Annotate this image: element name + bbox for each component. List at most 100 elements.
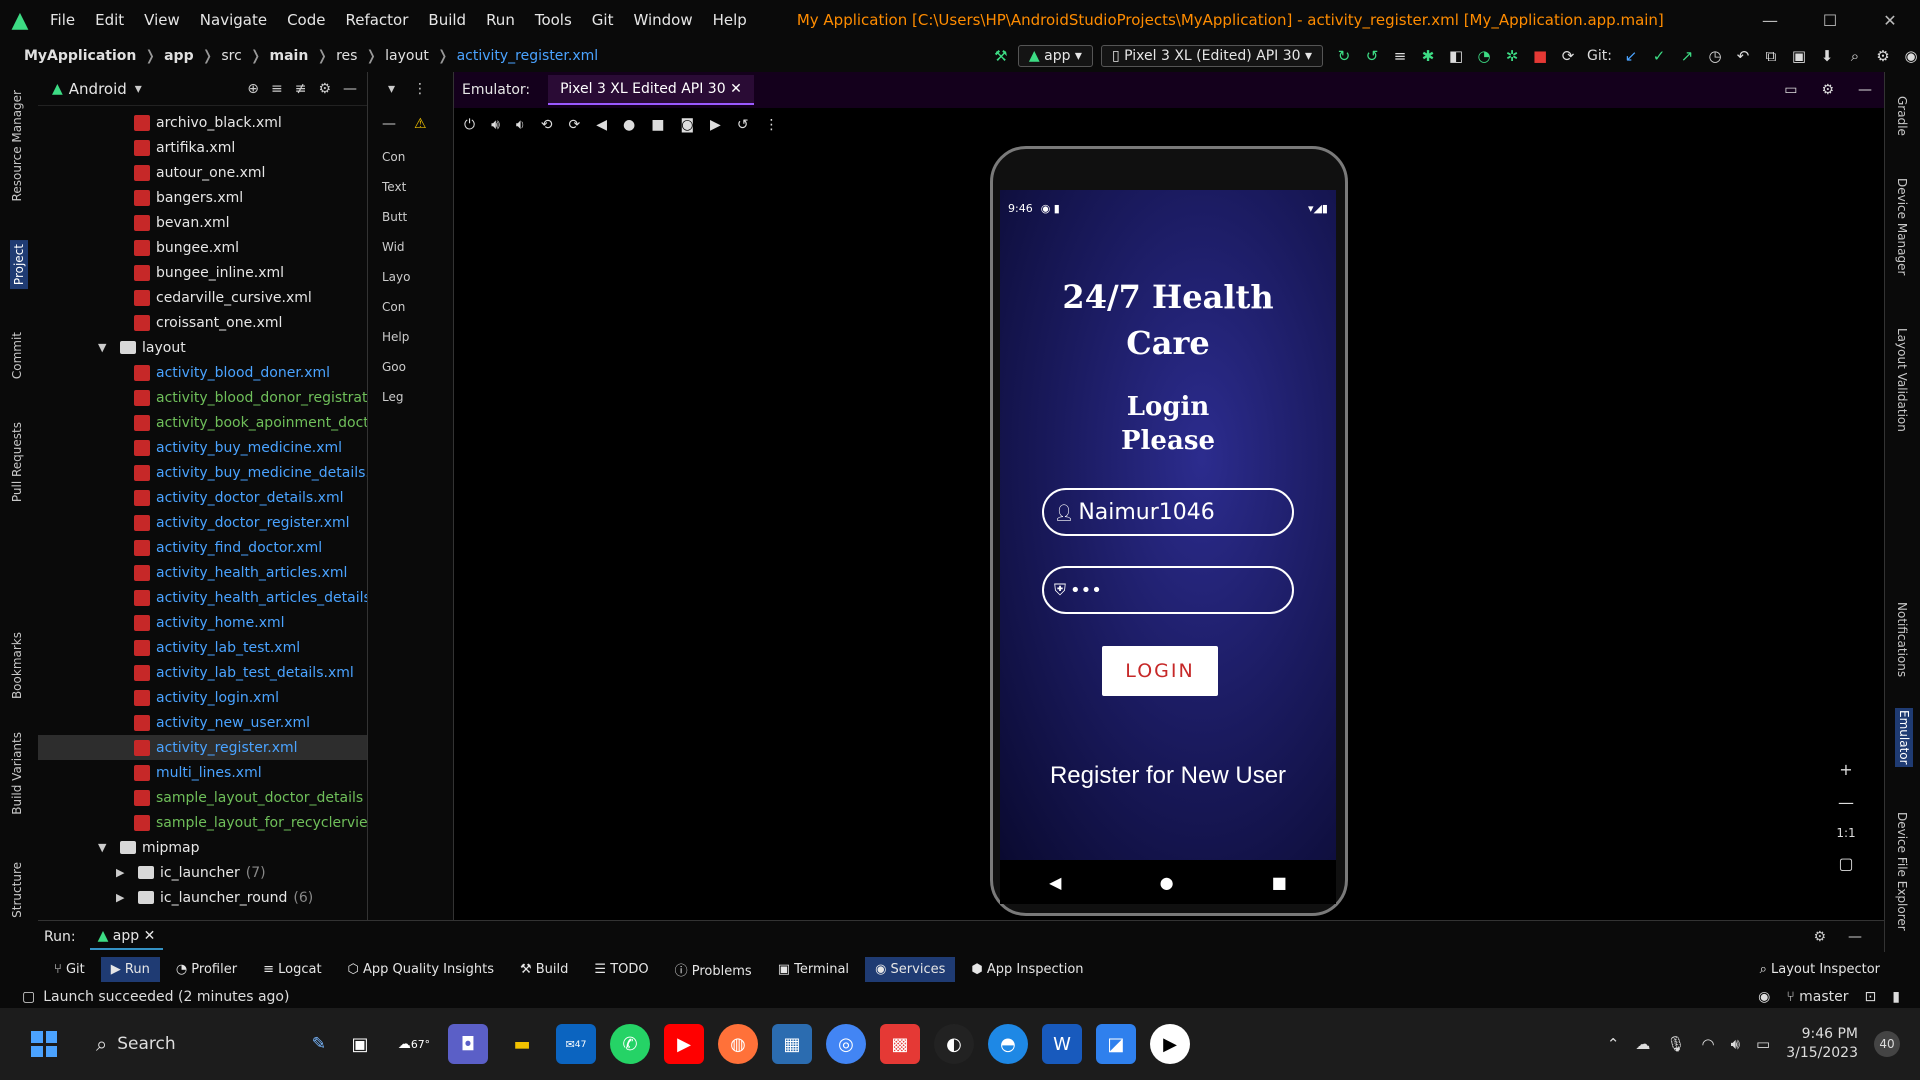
- phone-screen[interactable]: 9:46 ◉ ▮ ▾◢▮ 24/7 Health Care Login Plea…: [1000, 190, 1336, 860]
- teams-icon[interactable]: ◘: [448, 1024, 488, 1064]
- hide-icon[interactable]: —: [1858, 82, 1872, 98]
- tree-file-layout[interactable]: activity_blood_donor_registratio: [38, 385, 367, 410]
- tooltab-app-inspection[interactable]: ⬢ App Inspection: [961, 957, 1093, 982]
- tree-file-layout[interactable]: multi_lines.xml: [38, 760, 367, 785]
- tab-commit[interactable]: Commit: [10, 332, 24, 379]
- password-field[interactable]: ⛨ •••: [1042, 566, 1294, 614]
- chevron-right-icon[interactable]: ▶: [116, 866, 130, 879]
- zoom-actual-size-icon[interactable]: 1:1: [1836, 826, 1855, 840]
- run-app-tab[interactable]: ▲ app ✕: [89, 924, 164, 950]
- tree-file-layout[interactable]: activity_new_user.xml: [38, 710, 367, 735]
- close-tab-icon[interactable]: ✕: [730, 81, 742, 97]
- chevron-down-icon[interactable]: ▼: [98, 341, 112, 354]
- menu-run[interactable]: Run: [476, 11, 525, 29]
- palette-category[interactable]: Con: [368, 142, 453, 172]
- tab-notifications[interactable]: Notifications: [1895, 602, 1909, 677]
- tree-file-layout[interactable]: activity_home.xml: [38, 610, 367, 635]
- word-icon[interactable]: W: [1042, 1024, 1082, 1064]
- tab-project[interactable]: Project: [10, 240, 28, 290]
- breadcrumb-res[interactable]: res: [336, 48, 357, 64]
- tooltab-app-quality-insights[interactable]: ⬡ App Quality Insights: [338, 957, 504, 982]
- volume-up-icon[interactable]: 🔊︎: [491, 117, 500, 133]
- more-options-icon[interactable]: ⋮: [413, 81, 427, 97]
- apply-changes-icon[interactable]: ↺: [1363, 47, 1381, 65]
- mail-icon[interactable]: ✉ 47: [556, 1024, 596, 1064]
- paint-icon[interactable]: ◪: [1096, 1024, 1136, 1064]
- locate-icon[interactable]: ⊕: [247, 81, 259, 97]
- tooltab-todo[interactable]: ☰ TODO: [584, 957, 658, 982]
- tab-bookmarks[interactable]: Bookmarks: [10, 632, 24, 699]
- tree-file-font[interactable]: bungee_inline.xml: [38, 260, 367, 285]
- tab-structure[interactable]: Structure: [10, 862, 24, 918]
- tab-build-variants[interactable]: Build Variants: [10, 732, 24, 815]
- tab-resource-manager[interactable]: Resource Manager: [10, 90, 24, 201]
- hammer-icon[interactable]: ⚒: [992, 47, 1010, 65]
- apply-code-icon[interactable]: ≡: [1391, 47, 1409, 65]
- tree-file-selected[interactable]: activity_register.xml: [38, 735, 367, 760]
- login-button[interactable]: LOGIN: [1102, 646, 1218, 696]
- tree-folder-mipmap-item[interactable]: ▶ ic_launcher_round (6): [38, 885, 367, 910]
- tab-layout-validation[interactable]: Layout Validation: [1895, 328, 1909, 432]
- tree-file-font[interactable]: cedarville_cursive.xml: [38, 285, 367, 310]
- file-explorer-icon[interactable]: ▬: [502, 1024, 542, 1064]
- menu-git[interactable]: Git: [582, 11, 624, 29]
- tree-file-layout[interactable]: activity_doctor_details.xml: [38, 485, 367, 510]
- tooltab-logcat[interactable]: ≡ Logcat: [253, 957, 331, 982]
- username-field[interactable]: 👤︎ Naimur1046: [1042, 488, 1294, 536]
- palette-category[interactable]: Wid: [368, 232, 453, 262]
- record-icon[interactable]: ▶: [710, 117, 721, 133]
- tree-file-layout[interactable]: activity_login.xml: [38, 685, 367, 710]
- tree-file-layout[interactable]: activity_doctor_register.xml: [38, 510, 367, 535]
- media-player-icon[interactable]: ▶: [1150, 1024, 1190, 1064]
- volume-icon[interactable]: 🔊︎: [1731, 1035, 1740, 1053]
- emulator-device-tab[interactable]: Pixel 3 XL Edited API 30 ✕: [548, 75, 754, 105]
- zoom-out-icon[interactable]: —: [1838, 793, 1854, 812]
- start-button[interactable]: [22, 1022, 66, 1066]
- rotate-left-icon[interactable]: ⟲: [541, 117, 553, 133]
- battery-icon[interactable]: ▭: [1756, 1035, 1770, 1053]
- gear-icon[interactable]: ⚙: [1821, 82, 1834, 98]
- run-config-dropdown[interactable]: ▲ app ▾: [1017, 45, 1093, 67]
- volume-down-icon[interactable]: 🔉︎: [516, 117, 525, 133]
- tree-file-layout[interactable]: activity_lab_test_details.xml: [38, 660, 367, 685]
- tree-file-font[interactable]: bungee.xml: [38, 235, 367, 260]
- mic-icon[interactable]: 🎙︎: [1666, 1035, 1685, 1053]
- warning-icon[interactable]: ⚠: [414, 116, 427, 132]
- git-push-icon[interactable]: ↗: [1678, 47, 1696, 65]
- gear-icon[interactable]: ⚙: [318, 81, 331, 97]
- breadcrumb-project[interactable]: MyApplication: [24, 48, 136, 64]
- menu-build[interactable]: Build: [418, 11, 476, 29]
- taskbar-search[interactable]: ⌕ Search ✎: [96, 1022, 326, 1066]
- menu-edit[interactable]: Edit: [85, 11, 134, 29]
- stop-icon[interactable]: ■: [1531, 47, 1549, 65]
- store-icon[interactable]: ▦: [772, 1024, 812, 1064]
- tree-file-layout[interactable]: activity_buy_medicine.xml: [38, 435, 367, 460]
- tree-file-font[interactable]: bangers.xml: [38, 185, 367, 210]
- tab-device-file-explorer[interactable]: Device File Explorer: [1895, 812, 1909, 931]
- menu-navigate[interactable]: Navigate: [190, 11, 277, 29]
- tree-folder-layout[interactable]: ▼ layout: [38, 335, 367, 360]
- palette-category[interactable]: Layo: [368, 262, 453, 292]
- device-mirror-icon[interactable]: ⧉: [1762, 47, 1780, 65]
- weather-widget[interactable]: ☁ 67°: [394, 1024, 434, 1064]
- task-view-icon[interactable]: ▣: [340, 1024, 380, 1064]
- sdk-manager-icon[interactable]: ⬇: [1818, 47, 1836, 65]
- register-link[interactable]: Register for New User: [1000, 762, 1336, 790]
- tree-file-font[interactable]: artifika.xml: [38, 135, 367, 160]
- breadcrumb-layout[interactable]: layout: [385, 48, 429, 64]
- chevron-down-icon[interactable]: ▾: [388, 81, 395, 97]
- close-icon[interactable]: ✕: [1860, 11, 1920, 30]
- palette-category[interactable]: Leg: [368, 382, 453, 412]
- tooltab-git[interactable]: ⑂ Git: [44, 957, 95, 982]
- tree-folder-mipmap[interactable]: ▼ mipmap: [38, 835, 367, 860]
- menu-tools[interactable]: Tools: [525, 11, 582, 29]
- power-icon[interactable]: ⏻: [464, 117, 475, 133]
- tree-file-layout[interactable]: activity_buy_medicine_details.xr: [38, 460, 367, 485]
- attach-icon[interactable]: ◧: [1447, 47, 1465, 65]
- gear-icon[interactable]: ⚙: [1813, 929, 1826, 945]
- hide-icon[interactable]: —: [1848, 929, 1862, 945]
- office-icon[interactable]: ▩: [880, 1024, 920, 1064]
- collapse-all-icon[interactable]: ≢: [295, 81, 307, 97]
- chevron-down-icon[interactable]: ▼: [98, 841, 112, 854]
- wifi-icon[interactable]: ◠: [1701, 1035, 1714, 1053]
